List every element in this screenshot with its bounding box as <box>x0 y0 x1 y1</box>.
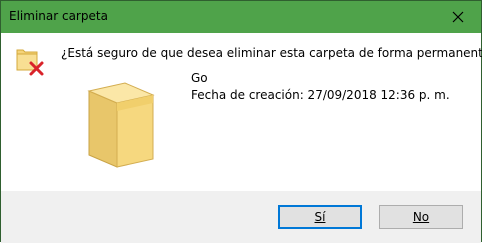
folder-name: Go <box>191 71 208 85</box>
close-icon <box>452 11 464 23</box>
title-bar[interactable]: Eliminar carpeta <box>1 1 481 33</box>
yes-button-label: Sí <box>314 210 326 224</box>
window-title: Eliminar carpeta <box>9 9 108 23</box>
no-button[interactable]: No <box>379 205 463 229</box>
folder-created-date: Fecha de creación: 27/09/2018 12:36 p. m… <box>191 88 450 102</box>
no-button-label: No <box>412 210 430 224</box>
yes-button[interactable]: Sí <box>278 205 362 229</box>
button-bar: Sí No <box>1 191 481 243</box>
close-button[interactable] <box>435 1 481 33</box>
dialog-window: Eliminar carpeta ¿Está seguro de que des… <box>0 0 482 243</box>
folder-delete-icon <box>15 44 47 78</box>
dialog-content: ¿Está seguro de que desea eliminar esta … <box>1 33 482 191</box>
folder-icon <box>81 73 161 169</box>
confirmation-question: ¿Está seguro de que desea eliminar esta … <box>61 46 482 60</box>
folder-details: Go Fecha de creación: 27/09/2018 12:36 p… <box>191 70 450 104</box>
